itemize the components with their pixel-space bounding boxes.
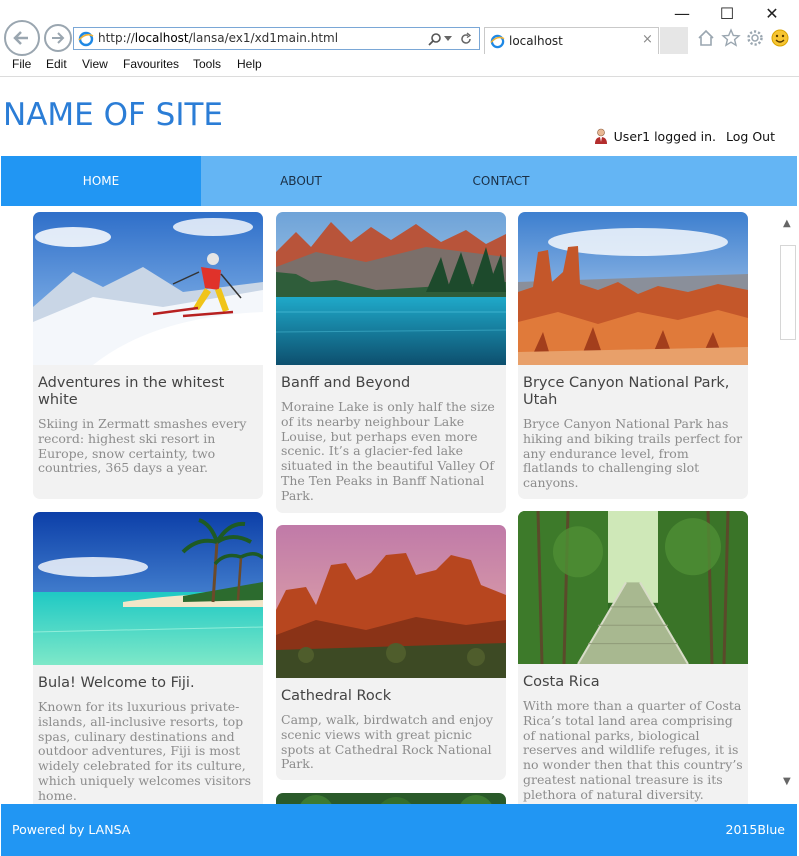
logout-link[interactable]: Log Out xyxy=(726,129,775,144)
dropdown-icon[interactable] xyxy=(444,35,452,43)
card-cathedral-rock[interactable]: Cathedral Rock Camp, walk, birdwatch and… xyxy=(276,525,506,780)
site-footer: Powered by LANSA 2015Blue xyxy=(1,804,797,856)
gear-icon[interactable] xyxy=(745,28,765,48)
ie-page-icon xyxy=(78,31,94,47)
menu-file[interactable]: File xyxy=(12,57,31,71)
ie-tab-icon xyxy=(490,34,505,49)
address-host: localhost xyxy=(134,31,189,45)
card-costa-rica[interactable]: Costa Rica With more than a quarter of C… xyxy=(518,511,748,804)
card-description: Known for its luxurious private-islands,… xyxy=(38,699,252,803)
scroll-down-icon[interactable]: ▼ xyxy=(783,776,791,787)
card-title: Costa Rica xyxy=(523,674,600,690)
card-bryce[interactable]: Bryce Canyon National Park, Utah Bryce C… xyxy=(518,212,748,499)
card-description: With more than a quarter of Costa Rica’s… xyxy=(523,698,743,802)
menu-view[interactable]: View xyxy=(82,57,108,71)
red-rocks-image xyxy=(276,525,506,678)
back-button[interactable] xyxy=(4,20,40,56)
card-description: Camp, walk, birdwatch and enjoy scenic v… xyxy=(281,712,494,772)
main-nav: HOME ABOUT CONTACT xyxy=(1,156,797,206)
skier-image xyxy=(33,212,263,365)
lake-image xyxy=(276,212,506,365)
new-tab-button[interactable] xyxy=(660,27,688,54)
nav-contact[interactable]: CONTACT xyxy=(401,156,601,206)
arrow-left-icon xyxy=(13,31,28,45)
footer-powered-by: Powered by LANSA xyxy=(12,822,131,837)
page-scrollbar[interactable]: ▲ ▼ xyxy=(779,214,797,799)
card-zermatt[interactable]: Adventures in the whitest white Skiing i… xyxy=(33,212,263,499)
site-title: NAME OF SITE xyxy=(3,97,224,133)
web-page: NAME OF SITE User1 logged in. Log Out HOM… xyxy=(1,77,797,856)
user-icon xyxy=(594,128,607,144)
user-area: User1 logged in. Log Out xyxy=(594,128,775,144)
canyon-image xyxy=(518,212,748,365)
menu-favourites[interactable]: Favourites xyxy=(123,57,179,71)
forest-image xyxy=(276,793,506,804)
address-text: http://localhost/lansa/ex1/xd1main.html xyxy=(98,31,338,45)
nav-home[interactable]: HOME xyxy=(1,156,201,206)
menu-tools[interactable]: Tools xyxy=(193,57,221,71)
maximize-button[interactable]: ☐ xyxy=(704,2,750,26)
menu-bar: File Edit View Favourites Tools Help xyxy=(0,55,799,75)
card-title: Bryce Canyon National Park, Utah xyxy=(523,375,730,408)
user-status: User1 logged in. xyxy=(613,129,717,144)
card-title: Bula! Welcome to Fiji. xyxy=(38,675,195,691)
menu-help[interactable]: Help xyxy=(237,57,262,71)
card-title: Cathedral Rock xyxy=(281,688,392,704)
home-icon[interactable] xyxy=(696,28,716,48)
address-path: /lansa/ex1/xd1main.html xyxy=(188,31,339,45)
card-grid: Adventures in the whitest white Skiing i… xyxy=(1,206,797,804)
scroll-up-icon[interactable]: ▲ xyxy=(783,218,791,229)
beach-image xyxy=(33,512,263,665)
tab-close-button[interactable]: × xyxy=(642,32,653,47)
address-bar[interactable]: http://localhost/lansa/ex1/xd1main.html xyxy=(73,27,480,50)
tab-title: localhost xyxy=(509,34,563,48)
card-description: Moraine Lake is only half the size of it… xyxy=(281,399,495,503)
scroll-thumb[interactable] xyxy=(780,245,796,340)
card-title: Adventures in the whitest white xyxy=(38,375,225,408)
card-fiji[interactable]: Bula! Welcome to Fiji. Known for its lux… xyxy=(33,512,263,804)
nav-about[interactable]: ABOUT xyxy=(201,156,401,206)
forward-button[interactable] xyxy=(44,24,72,52)
browser-tab[interactable]: localhost × xyxy=(484,27,659,54)
smiley-icon[interactable] xyxy=(770,28,790,48)
search-icon[interactable] xyxy=(428,32,442,46)
footer-theme-name: 2015Blue xyxy=(725,822,785,837)
card-partial[interactable] xyxy=(276,793,506,804)
browser-chrome: — ☐ ✕ http://localhost/lansa/ex1/xd1main… xyxy=(0,0,799,77)
card-description: Skiing in Zermatt smashes every record: … xyxy=(38,416,247,476)
card-banff[interactable]: Banff and Beyond Moraine Lake is only ha… xyxy=(276,212,506,513)
menu-edit[interactable]: Edit xyxy=(46,57,67,71)
address-prefix: http:// xyxy=(98,31,135,45)
arrow-right-icon xyxy=(52,32,65,44)
refresh-icon[interactable] xyxy=(459,32,473,46)
close-window-button[interactable]: ✕ xyxy=(749,2,795,26)
star-icon[interactable] xyxy=(721,28,741,48)
jungle-bridge-image xyxy=(518,511,748,664)
card-description: Bryce Canyon National Park has hiking an… xyxy=(523,416,743,491)
minimize-button[interactable]: — xyxy=(659,2,705,26)
card-title: Banff and Beyond xyxy=(281,375,411,391)
